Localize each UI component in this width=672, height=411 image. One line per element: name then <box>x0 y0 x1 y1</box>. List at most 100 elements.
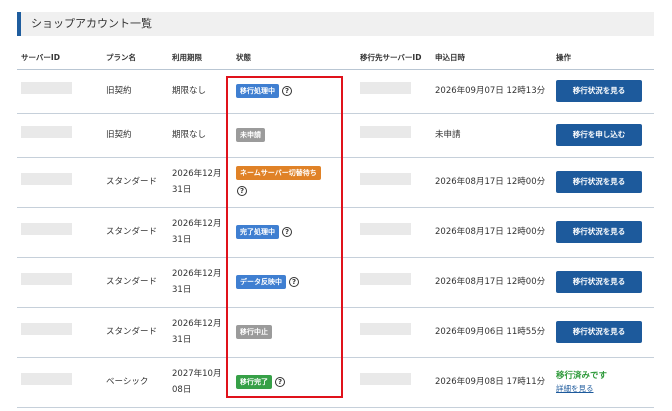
masked-dest-server-id <box>360 373 411 385</box>
masked-server-id <box>21 273 72 285</box>
header-plan: プラン名 <box>102 47 168 70</box>
applied-at-cell: 未申請 <box>431 113 552 158</box>
masked-server-id <box>21 373 72 385</box>
header-applied-at: 申込日時 <box>431 47 552 70</box>
action-cell: 移行状況を見る <box>552 207 654 258</box>
masked-dest-server-id <box>360 173 411 185</box>
help-circle-icon[interactable]: ? <box>282 226 292 237</box>
status-badge: 移行処理中 <box>236 83 279 98</box>
table-row: スタンダード 2026年12月31日 完了処理中? 2026年08月17日 12… <box>17 207 654 258</box>
action-cell: 移行済みです 詳細を見る <box>552 357 654 408</box>
applied-at-cell: 2026年09月06日 11時55分 <box>431 307 552 358</box>
status-cell: ネームサーバー切替待ち ? <box>232 157 356 208</box>
plan-cell: ベーシック <box>102 357 168 408</box>
help-circle-icon[interactable]: ? <box>282 85 292 96</box>
status-cell: 移行中止 <box>232 307 356 358</box>
status-cell: 移行完了? <box>232 357 356 408</box>
header-action: 操作 <box>552 47 654 70</box>
status-cell: 完了処理中? <box>232 207 356 258</box>
server-id-cell <box>17 257 102 308</box>
expiry-cell: 期限なし <box>168 113 232 158</box>
help-circle-icon[interactable]: ? <box>289 276 299 287</box>
plan-cell: スタンダード <box>102 307 168 358</box>
action-cell: 移行状況を見る <box>552 307 654 358</box>
view-migration-status-button[interactable]: 移行状況を見る <box>556 171 642 193</box>
migration-done-text: 移行済みです <box>556 370 608 381</box>
server-id-cell <box>17 307 102 358</box>
applied-at-cell: 2026年08月17日 12時00分 <box>431 207 552 258</box>
expiry-cell: 2027年10月08日 <box>168 357 232 408</box>
status-cell: データ反映中? <box>232 257 356 308</box>
page-title: ショップアカウント一覧 <box>17 12 654 36</box>
table-row: スタンダード 2026年12月31日 移行中止 2026年09月06日 11時5… <box>17 307 654 358</box>
applied-at-cell: 2026年08月17日 12時00分 <box>431 257 552 308</box>
status-cell: 移行処理中? <box>232 69 356 114</box>
server-id-cell <box>17 357 102 408</box>
expiry-cell: 2026年12月31日 <box>168 157 232 208</box>
status-badge: 完了処理中 <box>236 224 279 239</box>
masked-server-id <box>21 223 72 235</box>
plan-cell: スタンダード <box>102 207 168 258</box>
view-details-link[interactable]: 詳細を見る <box>556 383 654 395</box>
status-badge: 移行中止 <box>236 324 272 339</box>
dest-server-id-cell <box>356 307 431 358</box>
masked-server-id <box>21 323 72 335</box>
dest-server-id-cell <box>356 113 431 158</box>
action-cell: 移行状況を見る <box>552 157 654 208</box>
table-row: ベーシック 2027年10月08日 移行完了? 2026年09月08日 17時1… <box>17 357 654 408</box>
plan-cell: 旧契約 <box>102 113 168 158</box>
view-migration-status-button[interactable]: 移行状況を見る <box>556 221 642 243</box>
dest-server-id-cell <box>356 69 431 114</box>
masked-dest-server-id <box>360 323 411 335</box>
status-badge: 移行完了 <box>236 374 272 389</box>
dest-server-id-cell <box>356 157 431 208</box>
masked-dest-server-id <box>360 82 411 94</box>
expiry-cell: 2026年12月31日 <box>168 207 232 258</box>
applied-at-cell: 2026年09月07日 12時13分 <box>431 69 552 114</box>
status-cell: 未申請 <box>232 113 356 158</box>
server-id-cell <box>17 207 102 258</box>
status-badge: 未申請 <box>236 127 265 142</box>
applied-at-cell: 2026年09月08日 17時11分 <box>431 357 552 408</box>
action-cell: 移行状況を見る <box>552 257 654 308</box>
header-status: 状態 <box>232 47 356 70</box>
server-id-cell <box>17 69 102 114</box>
expiry-cell: 2026年12月31日 <box>168 307 232 358</box>
view-migration-status-button[interactable]: 移行状況を見る <box>556 80 642 102</box>
view-migration-status-button[interactable]: 移行状況を見る <box>556 271 642 293</box>
header-dest-server-id: 移行先サーバーID <box>356 47 431 70</box>
table-row: 旧契約 期限なし 未申請 未申請 移行を申し込む <box>17 113 654 158</box>
expiry-cell: 期限なし <box>168 69 232 114</box>
header-server-id: サーバーID <box>17 47 102 70</box>
masked-server-id <box>21 173 72 185</box>
dest-server-id-cell <box>356 357 431 408</box>
action-cell: 移行状況を見る <box>552 69 654 114</box>
status-badge: データ反映中 <box>236 274 286 289</box>
server-id-cell <box>17 113 102 158</box>
masked-dest-server-id <box>360 126 411 138</box>
help-circle-icon[interactable]: ? <box>237 185 247 196</box>
expiry-cell: 2026年12月31日 <box>168 257 232 308</box>
table-header-row: サーバーID プラン名 利用期限 状態 移行先サーバーID 申込日時 操作 <box>17 47 654 70</box>
apply-migration-button[interactable]: 移行を申し込む <box>556 124 642 146</box>
masked-dest-server-id <box>360 273 411 285</box>
applied-at-cell: 2026年08月17日 12時00分 <box>431 157 552 208</box>
table-row: スタンダード 2026年12月31日 データ反映中? 2026年08月17日 1… <box>17 257 654 308</box>
table-row: 旧契約 期限なし 移行処理中? 2026年09月07日 12時13分 移行状況を… <box>17 69 654 114</box>
help-circle-icon[interactable]: ? <box>275 376 285 387</box>
dest-server-id-cell <box>356 207 431 258</box>
plan-cell: 旧契約 <box>102 69 168 114</box>
dest-server-id-cell <box>356 257 431 308</box>
status-badge: ネームサーバー切替待ち <box>236 165 321 180</box>
header-expiry: 利用期限 <box>168 47 232 70</box>
shop-account-table: サーバーID プラン名 利用期限 状態 移行先サーバーID 申込日時 操作 旧契… <box>17 47 654 408</box>
masked-dest-server-id <box>360 223 411 235</box>
masked-server-id <box>21 126 72 138</box>
plan-cell: スタンダード <box>102 257 168 308</box>
masked-server-id <box>21 82 72 94</box>
server-id-cell <box>17 157 102 208</box>
plan-cell: スタンダード <box>102 157 168 208</box>
table-row: スタンダード 2026年12月31日 ネームサーバー切替待ち ? 2026年08… <box>17 157 654 208</box>
view-migration-status-button[interactable]: 移行状況を見る <box>556 321 642 343</box>
action-cell: 移行を申し込む <box>552 113 654 158</box>
